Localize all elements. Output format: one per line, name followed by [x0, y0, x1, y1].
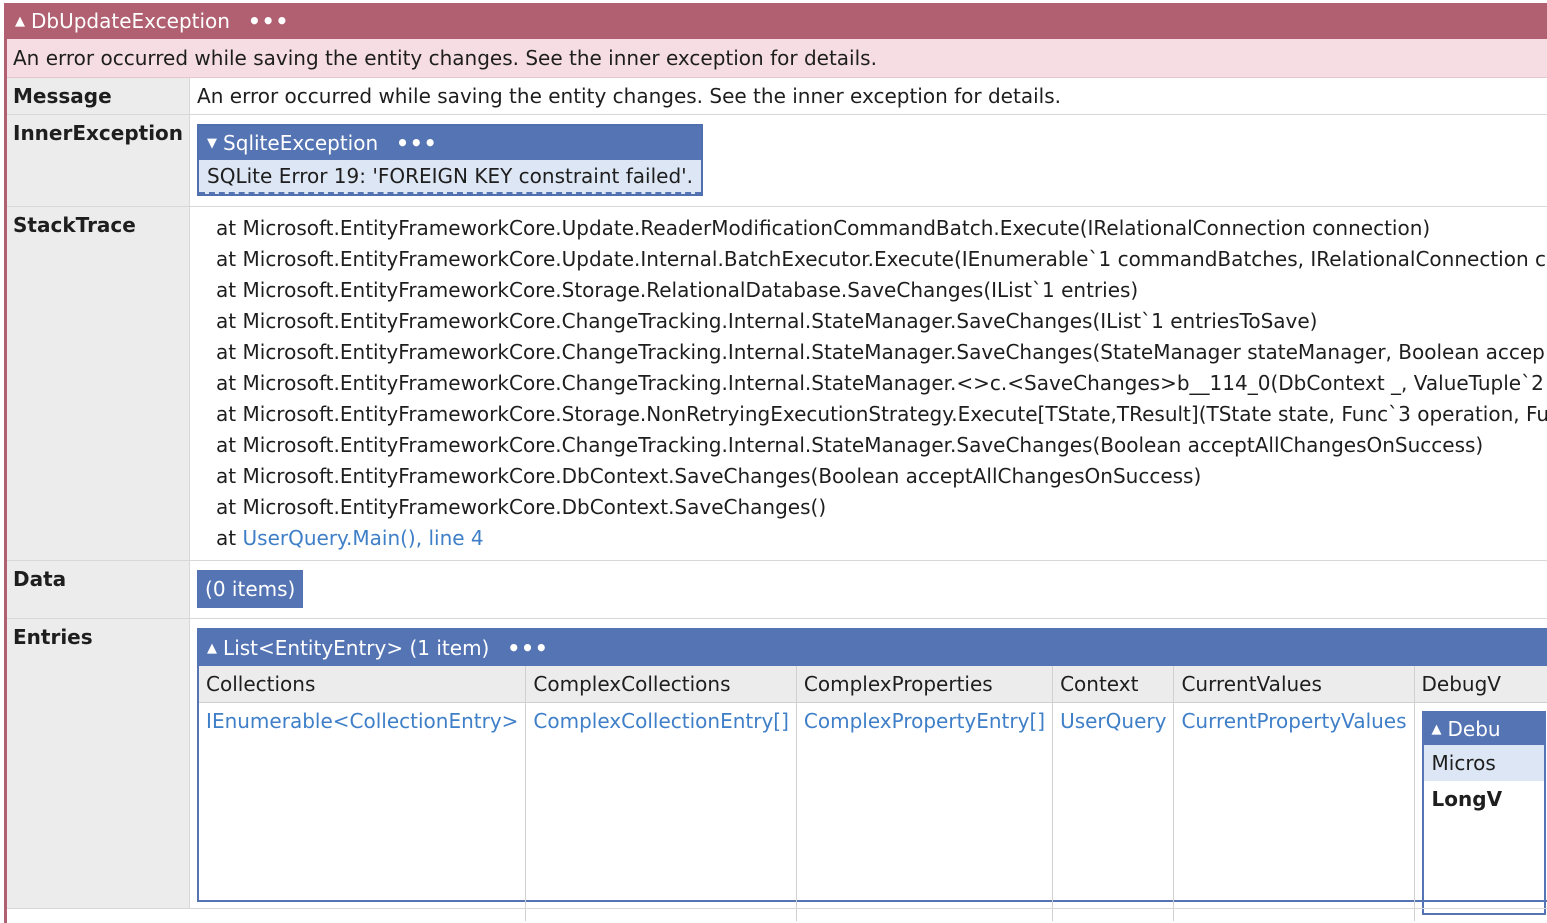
more-options-icon[interactable]: ••• — [396, 131, 437, 155]
table-row: IEnumerable<CollectionEntry> ComplexColl… — [199, 702, 1547, 921]
property-row-stacktrace: StackTrace at Microsoft.EntityFrameworkC… — [7, 206, 1547, 561]
stack-line: at Microsoft.EntityFrameworkCore.ChangeT… — [216, 309, 1318, 333]
debug-view-row: LongV — [1431, 787, 1503, 811]
inner-exception-box: ▼ SqliteException ••• SQLite Error 19: '… — [197, 124, 704, 196]
property-row-inner-exception: InnerException ▼ SqliteException ••• SQL… — [7, 114, 1547, 207]
debug-view-header[interactable]: ▲ Debu — [1423, 713, 1544, 745]
stack-line: at Microsoft.EntityFrameworkCore.DbConte… — [216, 464, 1202, 488]
stack-line: at Microsoft.EntityFrameworkCore.DbConte… — [216, 495, 827, 519]
stack-trace: at Microsoft.EntityFrameworkCore.Update.… — [216, 213, 1547, 523]
stack-line: at Microsoft.EntityFrameworkCore.Storage… — [216, 278, 1139, 302]
complex-properties-link[interactable]: ComplexPropertyEntry[] — [804, 709, 1045, 733]
stack-line: at Microsoft.EntityFrameworkCore.Update.… — [216, 247, 1547, 271]
property-row-data: Data (0 items) — [7, 560, 1547, 619]
property-key: Data — [7, 560, 191, 619]
column-header: ComplexProperties — [796, 666, 1054, 703]
complex-collections-link[interactable]: ComplexCollectionEntry[] — [533, 709, 788, 733]
data-items-badge[interactable]: (0 items) — [197, 570, 304, 608]
exception-panel: ▲ DbUpdateException ••• An error occurre… — [4, 3, 1547, 923]
exception-type: DbUpdateException — [31, 9, 230, 33]
current-values-link[interactable]: CurrentPropertyValues — [1181, 709, 1406, 733]
column-header: Collections — [199, 666, 527, 703]
column-header: DebugV — [1414, 666, 1547, 703]
stack-line: at Microsoft.EntityFrameworkCore.ChangeT… — [216, 340, 1545, 364]
collapse-triangle-icon[interactable]: ▲ — [1432, 722, 1442, 737]
column-header: CurrentValues — [1173, 666, 1415, 703]
message-value: An error occurred while saving the entit… — [189, 78, 1547, 115]
context-link[interactable]: UserQuery — [1060, 709, 1166, 733]
debug-view-title: Debu — [1447, 717, 1501, 741]
collections-link[interactable]: IEnumerable<CollectionEntry> — [206, 709, 518, 733]
entries-grid: Collections ComplexCollections ComplexProp… — [199, 666, 1547, 921]
exception-summary: An error occurred while saving the entit… — [7, 39, 1547, 78]
property-key: StackTrace — [7, 206, 191, 561]
property-key: InnerException — [7, 114, 191, 207]
entries-title: List<EntityEntry> (1 item) — [223, 636, 490, 660]
debug-view-box: ▲ Debu Micros LongV — [1421, 711, 1546, 915]
column-header: ComplexCollections — [525, 666, 797, 703]
stack-line: at Microsoft.EntityFrameworkCore.Update.… — [216, 216, 1431, 240]
inner-exception-type: SqliteException — [223, 131, 379, 155]
property-row-entries: Entries ▲ List<EntityEntry> (1 item) •••… — [7, 618, 1547, 921]
more-options-icon[interactable]: ••• — [507, 636, 548, 660]
property-key: Message — [7, 78, 191, 115]
property-key: Entries — [7, 618, 191, 909]
more-options-icon[interactable]: ••• — [248, 9, 289, 33]
column-header: Context — [1052, 666, 1175, 703]
stack-line: at UserQuery.Main(), line 4 — [216, 526, 484, 550]
entries-list: ▲ List<EntityEntry> (1 item) ••• Collect… — [197, 628, 1547, 921]
stack-line: at Microsoft.EntityFrameworkCore.Storage… — [216, 402, 1547, 426]
stack-line: at Microsoft.EntityFrameworkCore.ChangeT… — [216, 371, 1547, 395]
entries-header[interactable]: ▲ List<EntityEntry> (1 item) ••• — [199, 630, 1547, 666]
property-row-message: Message An error occurred while saving t… — [7, 78, 1547, 115]
collapse-triangle-icon[interactable]: ▲ — [15, 14, 25, 29]
inner-exception-header[interactable]: ▼ SqliteException ••• — [199, 126, 702, 160]
grid-header-row: Collections ComplexCollections ComplexProp… — [199, 666, 1547, 703]
debug-view-row: Micros — [1423, 745, 1544, 781]
properties-table: Message An error occurred while saving t… — [7, 78, 1547, 921]
stack-line: at Microsoft.EntityFrameworkCore.ChangeT… — [216, 433, 1484, 457]
collapse-triangle-icon[interactable]: ▲ — [207, 641, 217, 656]
expand-triangle-icon[interactable]: ▼ — [207, 136, 217, 151]
exception-header[interactable]: ▲ DbUpdateException ••• — [7, 3, 1547, 39]
source-link[interactable]: UserQuery.Main(), line 4 — [243, 526, 484, 550]
inner-exception-message: SQLite Error 19: 'FOREIGN KEY constraint… — [199, 160, 702, 194]
